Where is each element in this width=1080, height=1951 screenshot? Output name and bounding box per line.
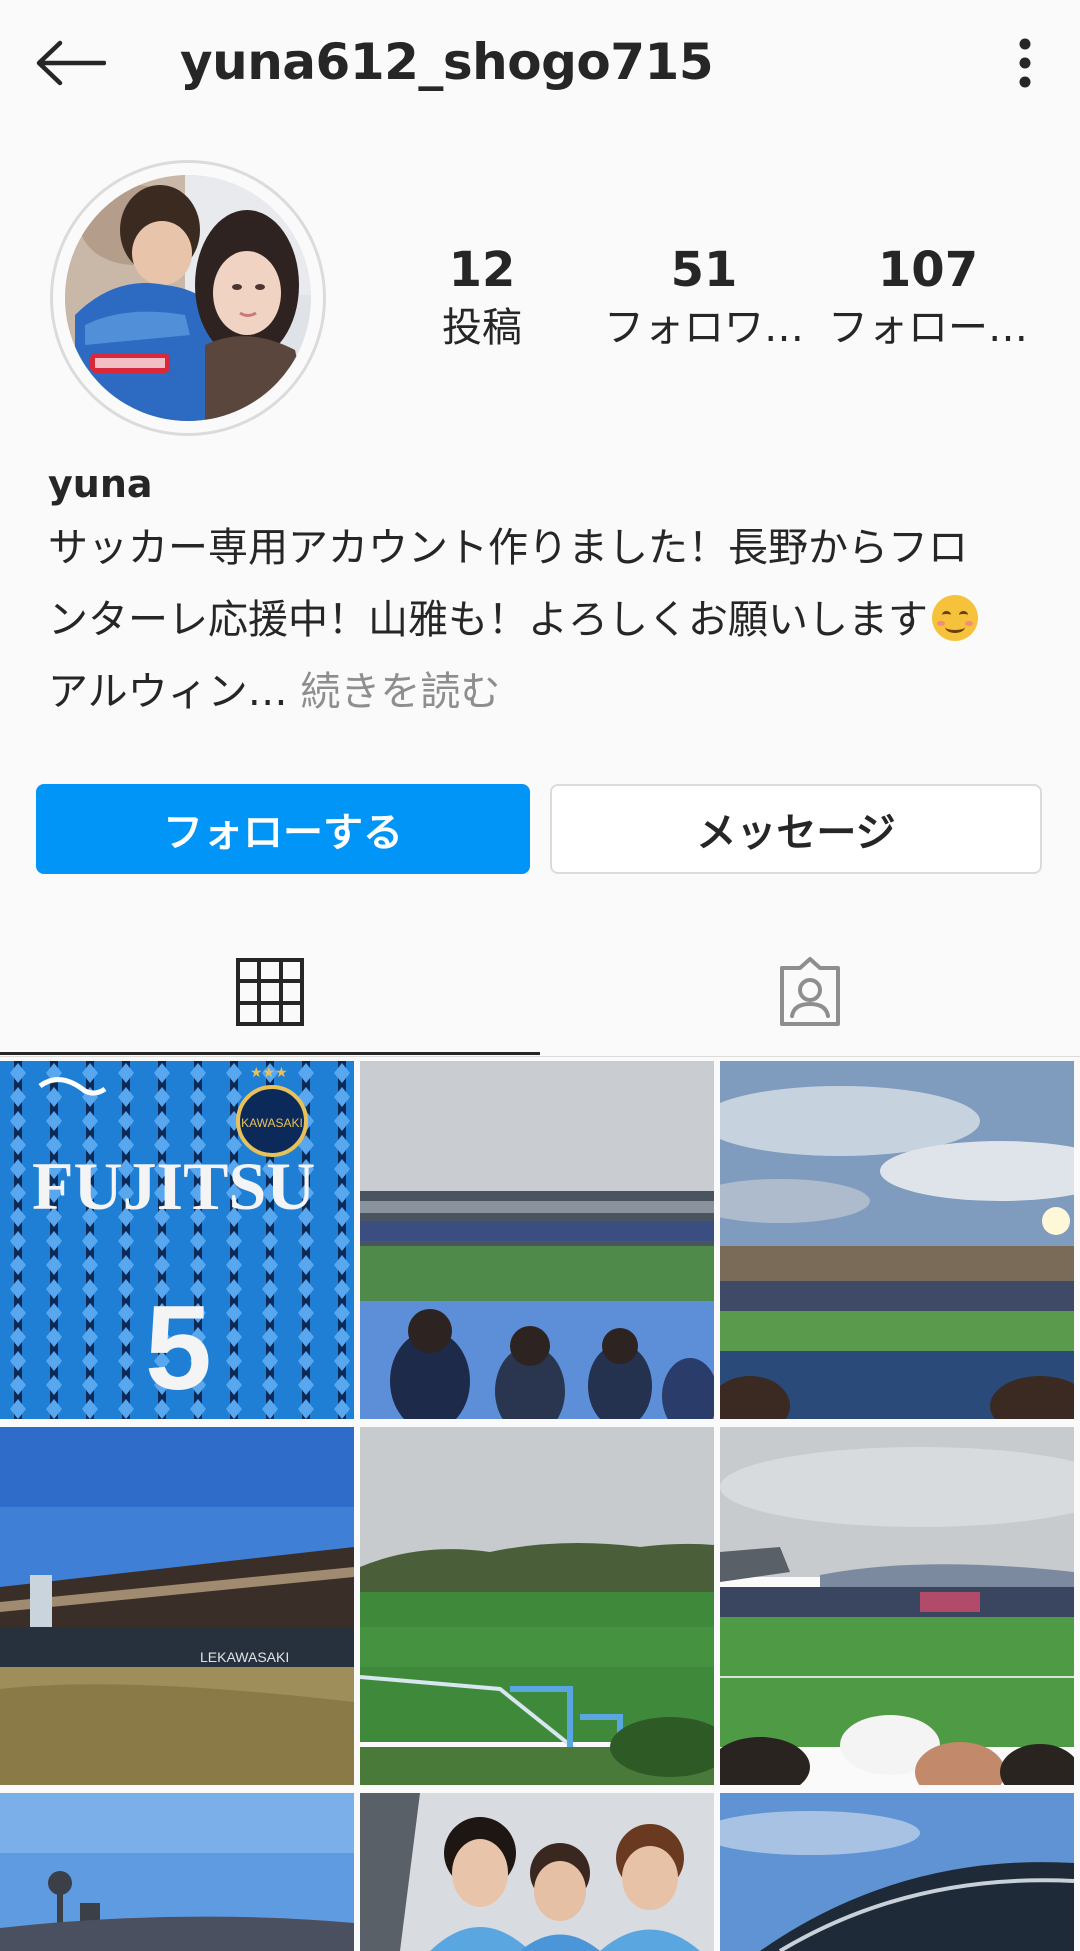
post-thumbnail[interactable]: [360, 1793, 714, 1951]
follow-button[interactable]: フォローする: [36, 784, 530, 874]
following-count-value: 107: [877, 242, 979, 298]
tab-divider: [0, 1056, 1080, 1057]
post-thumbnail[interactable]: [360, 1427, 714, 1785]
posts-count-label: 投稿: [442, 305, 522, 351]
display-name: yuna: [48, 462, 153, 506]
jersey-number: 5: [145, 1281, 212, 1415]
followers-count-value: 51: [670, 242, 738, 298]
bio-line: サッカー専用アカウント作りました！長野からフロ: [48, 525, 968, 571]
bio-line-text: ンターレ応援中！山雅も！よろしくお願いします: [48, 597, 928, 643]
bio-line-text: アルウィン…: [48, 669, 288, 715]
post-thumbnail[interactable]: [720, 1793, 1074, 1951]
post-thumbnail[interactable]: LEKAWASAKI: [0, 1427, 354, 1785]
top-bar: yuna612_shogo715: [0, 0, 1080, 125]
back-button[interactable]: [30, 28, 110, 98]
post-thumbnail[interactable]: [720, 1427, 1074, 1785]
svg-text:KAWASAKI: KAWASAKI: [241, 1116, 303, 1130]
bio-line: ンターレ応援中！山雅も！よろしくお願いします: [48, 584, 1038, 656]
stadium-sign-text: LEKAWASAKI: [200, 1649, 289, 1665]
read-more-link[interactable]: 続きを読む: [300, 669, 500, 715]
followers-count[interactable]: 51 フォロワ…: [604, 240, 804, 356]
post-thumbnail[interactable]: KAWASAKI ★★★ FUJITSU 5: [0, 1061, 354, 1419]
posts-count-value: 12: [448, 242, 516, 298]
tab-grid[interactable]: [0, 930, 540, 1054]
post-thumbnail[interactable]: [0, 1793, 354, 1951]
post-thumbnail[interactable]: [360, 1061, 714, 1419]
following-count-label: フォロー…: [828, 305, 1028, 351]
grid-icon: [236, 958, 304, 1026]
following-count[interactable]: 107 フォロー…: [828, 240, 1028, 356]
post-thumbnail[interactable]: [720, 1061, 1074, 1419]
back-arrow-icon: [36, 40, 106, 86]
jersey-sponsor-text: FUJITSU: [32, 1148, 315, 1224]
message-button[interactable]: メッセージ: [550, 784, 1042, 874]
svg-text:★★★: ★★★: [250, 1065, 288, 1081]
bio: サッカー専用アカウント作りました！長野からフロ ンターレ応援中！山雅も！よろしく…: [48, 512, 1038, 728]
avatar[interactable]: [50, 160, 326, 436]
smiling-face-emoji-icon: [932, 595, 978, 641]
vertical-dots-icon: [1019, 38, 1031, 88]
tab-tagged[interactable]: [540, 930, 1080, 1054]
posts-count: 12 投稿: [382, 240, 582, 356]
followers-count-label: フォロワ…: [604, 305, 804, 351]
active-tab-indicator: [0, 1052, 540, 1055]
more-options-button[interactable]: [1000, 28, 1050, 98]
profile-photo: [65, 175, 311, 421]
profile-username: yuna612_shogo715: [180, 33, 714, 91]
bio-line: アルウィン… 続きを読む: [48, 656, 1038, 728]
tagged-user-icon: [780, 957, 840, 1026]
